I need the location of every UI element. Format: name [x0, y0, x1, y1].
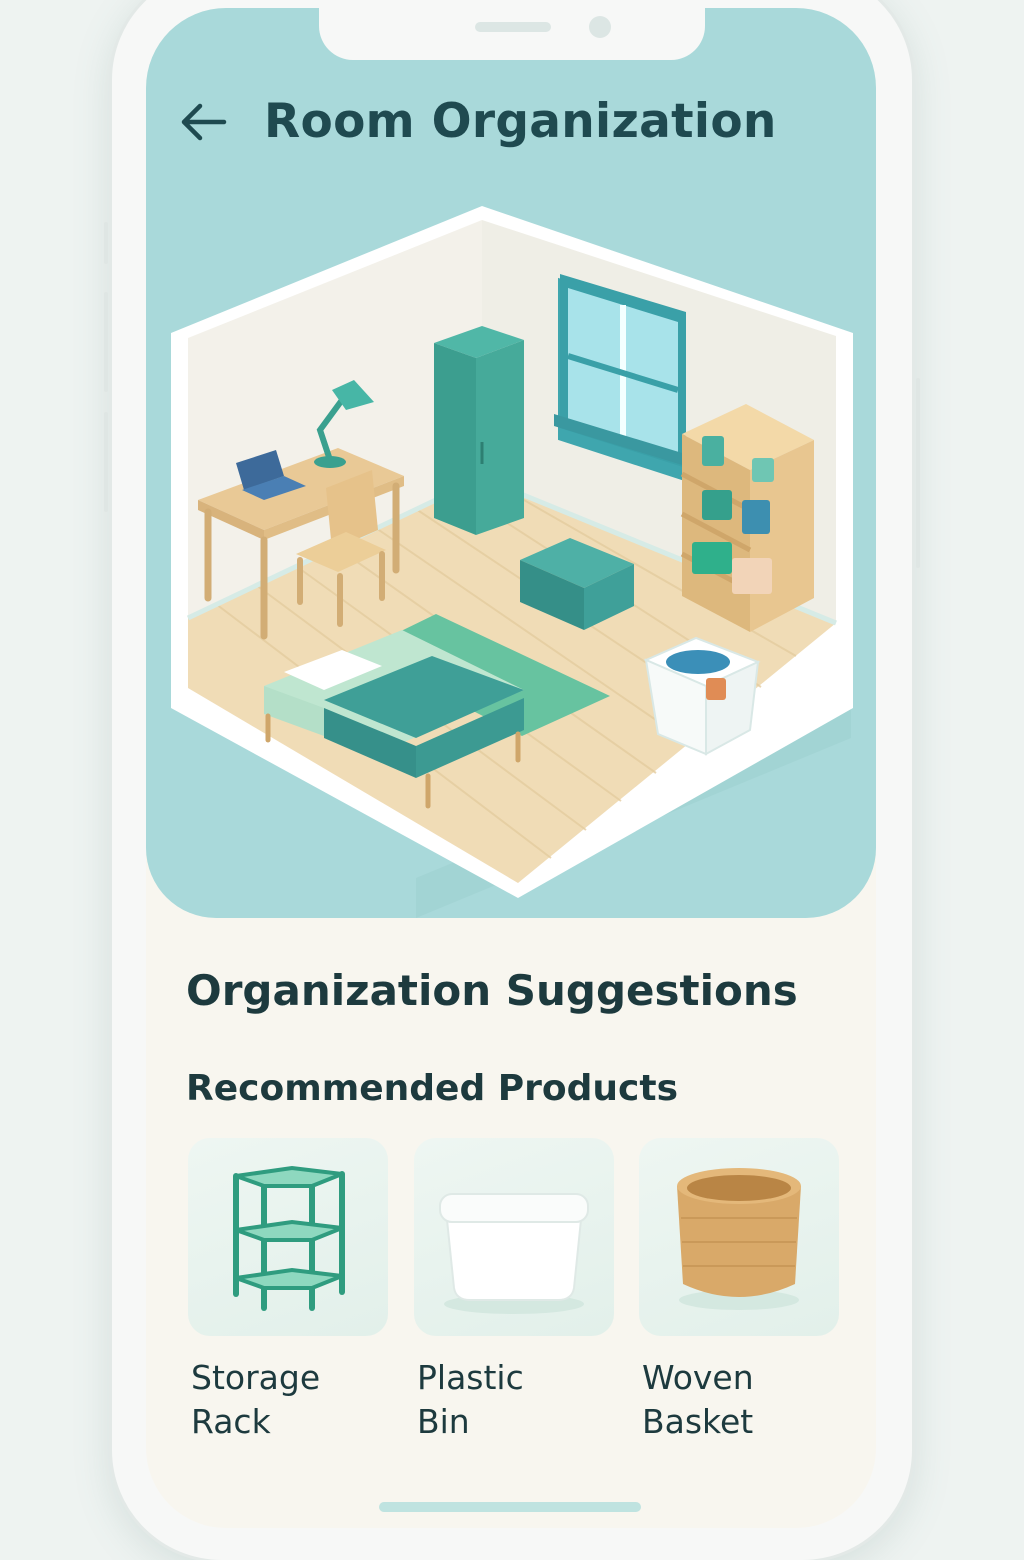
arrow-left-icon — [181, 103, 227, 141]
back-button[interactable] — [176, 92, 232, 148]
product-card-plastic-bin[interactable]: Plastic Bin — [414, 1138, 614, 1444]
side-button-mute — [104, 222, 108, 264]
product-label: Plastic Bin — [417, 1358, 524, 1441]
subsection-title: Recommended Products — [186, 1068, 679, 1109]
product-thumbnail — [639, 1138, 839, 1336]
phone-notch — [319, 8, 705, 60]
side-button-volume-up — [104, 292, 108, 392]
isometric-bedroom-illustration — [171, 206, 853, 918]
product-label: Woven Basket — [642, 1358, 754, 1441]
product-thumbnail — [188, 1138, 388, 1336]
storage-rack-icon — [233, 1165, 345, 1311]
home-indicator[interactable] — [379, 1502, 641, 1512]
section-title: Organization Suggestions — [186, 966, 798, 1015]
page-title: Room Organization — [264, 94, 777, 149]
side-button-volume-down — [104, 412, 108, 512]
product-thumbnail — [414, 1138, 614, 1336]
front-camera — [589, 16, 611, 38]
woven-basket-icon — [677, 1168, 801, 1310]
plastic-bin-icon — [439, 1193, 589, 1314]
product-label: Storage Rack — [191, 1358, 321, 1441]
app-screen: Room Organization Organization Suggestio… — [146, 8, 876, 1528]
side-button-power — [916, 378, 920, 568]
product-card-storage-rack[interactable]: Storage Rack — [188, 1138, 388, 1444]
product-card-woven-basket[interactable]: Woven Basket — [639, 1138, 839, 1444]
speaker-grille — [475, 22, 551, 32]
hero-panel: Room Organization — [146, 8, 876, 918]
